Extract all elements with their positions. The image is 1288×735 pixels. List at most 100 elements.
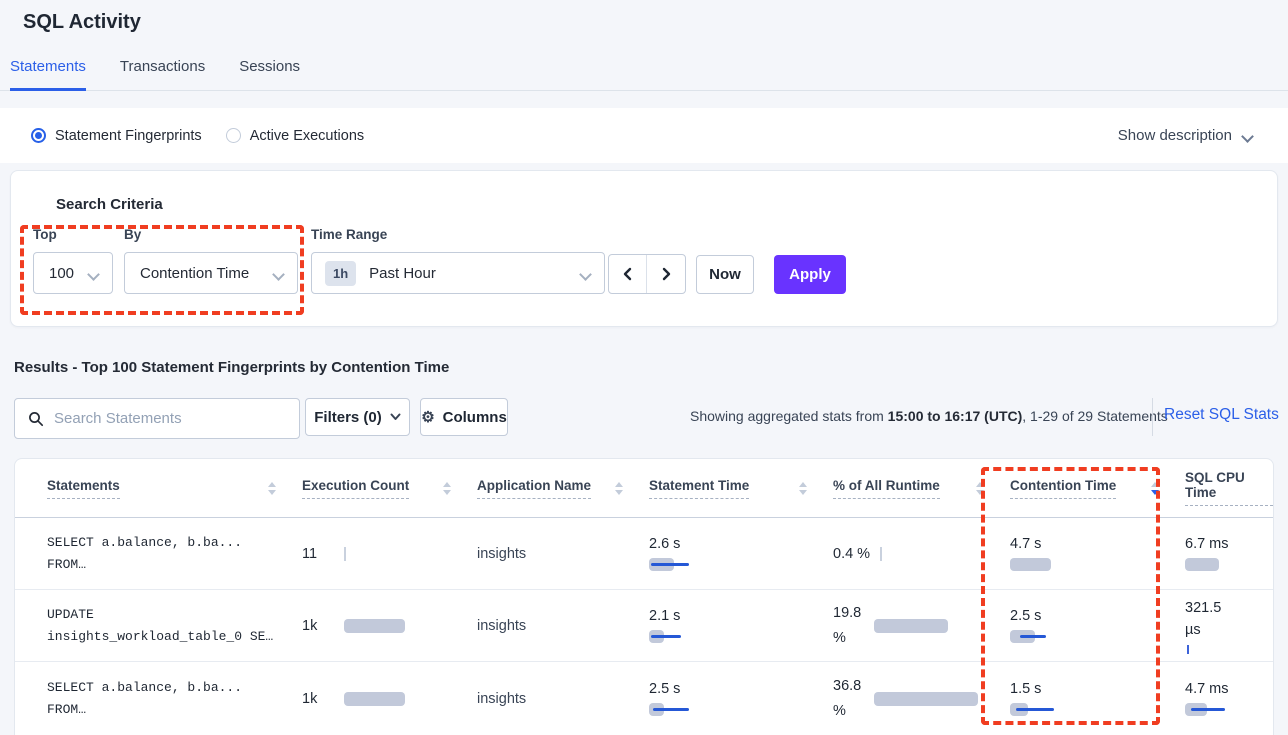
zero-bar-tick (880, 547, 882, 561)
sort-icon[interactable] (976, 482, 984, 495)
results-title: Results - Top 100 Statement Fingerprints… (14, 359, 449, 376)
application-name-cell: insights (477, 691, 649, 707)
sort-icon[interactable] (615, 482, 623, 495)
mean-tick (1187, 645, 1189, 654)
runtime-bar (874, 692, 978, 706)
now-button[interactable]: Now (696, 255, 754, 294)
tab-bar: Statements Transactions Sessions (0, 58, 1288, 91)
application-name-cell: insights (477, 546, 649, 562)
total-bar (1185, 558, 1219, 571)
tab-sessions[interactable]: Sessions (239, 58, 300, 91)
aggregated-stats-note: Showing aggregated stats from 15:00 to 1… (690, 408, 1168, 424)
search-placeholder: Search Statements (54, 410, 182, 427)
statement-time-cell: 2.5 s (649, 681, 833, 716)
chevron-left-icon (622, 267, 633, 281)
column-header-statement-time: Statement Time (649, 478, 833, 499)
mean-line (653, 708, 689, 711)
statement-link[interactable]: SELECT a.balance, b.ba... FROM… (15, 677, 302, 721)
sql-cpu-time-cell: 6.7 ms (1185, 536, 1274, 571)
table-row: UPDATE insights_workload_table_0 SE… 1k … (15, 590, 1273, 662)
by-select-value: Contention Time (125, 265, 249, 282)
sort-icon[interactable] (268, 482, 276, 495)
mean-line (1016, 708, 1054, 711)
statement-time-cell: 2.1 s (649, 608, 833, 643)
column-header-application-name: Application Name (477, 478, 649, 499)
filters-button[interactable]: Filters (0) (305, 398, 410, 436)
by-select[interactable]: Contention Time (124, 252, 298, 294)
execution-count-cell: 1k (302, 691, 477, 707)
next-time-button[interactable] (647, 255, 685, 293)
chevron-down-icon (273, 268, 284, 279)
radio-unselected-icon[interactable] (226, 128, 241, 143)
execution-count-cell: 11 (302, 546, 477, 562)
view-toggle-bar: Statement Fingerprints Active Executions… (0, 108, 1288, 163)
sql-cpu-time-cell: 4.7 ms (1185, 681, 1274, 716)
sort-icon[interactable] (443, 482, 451, 495)
mean-line (1191, 708, 1225, 711)
runtime-pct-cell: 36.8% (833, 674, 1010, 724)
columns-label: Columns (443, 409, 507, 426)
top-label: Top (33, 227, 57, 242)
mean-line (651, 563, 689, 566)
tab-statements[interactable]: Statements (10, 58, 86, 91)
statement-link[interactable]: UPDATE insights_workload_table_0 SE… (15, 604, 302, 648)
chevron-right-icon (661, 267, 672, 281)
divider (1152, 398, 1153, 436)
sort-icon[interactable] (799, 482, 807, 495)
show-description-toggle[interactable]: Show description (1118, 127, 1253, 144)
contention-time-cell: 2.5 s (1010, 608, 1185, 643)
apply-button[interactable]: Apply (774, 255, 846, 294)
time-range-label: Time Range (311, 227, 387, 242)
total-bar (1010, 558, 1051, 571)
search-criteria-title: Search Criteria (56, 196, 163, 213)
execution-count-cell: 1k (302, 618, 477, 634)
column-header-statements: Statements (15, 478, 302, 499)
time-range-select[interactable]: 1h Past Hour (311, 252, 605, 294)
runtime-pct-cell: 19.8% (833, 601, 1010, 651)
by-label: By (124, 227, 141, 242)
radio-label: Active Executions (250, 128, 364, 144)
previous-time-button[interactable] (609, 255, 647, 293)
mean-line (651, 635, 681, 638)
radio-active-executions[interactable]: Active Executions (226, 128, 364, 144)
columns-button[interactable]: ⚙ Columns (420, 398, 508, 436)
statement-time-cell: 2.6 s (649, 536, 833, 571)
sort-icon-active-desc[interactable] (1151, 482, 1159, 495)
stats-time-range: 15:00 to 16:17 (UTC) (888, 408, 1023, 424)
count-bar (344, 619, 405, 633)
chevron-down-icon (88, 268, 99, 279)
table-row: SELECT a.balance, b.ba... FROM… 11 insig… (15, 518, 1273, 590)
column-header-contention-time: Contention Time (1010, 478, 1185, 499)
show-description-label: Show description (1118, 127, 1232, 144)
chevron-down-icon (580, 268, 591, 279)
search-icon (28, 411, 44, 427)
tab-transactions[interactable]: Transactions (120, 58, 205, 91)
reset-sql-stats-link[interactable]: Reset SQL Stats (1164, 406, 1279, 424)
chevron-down-icon (390, 413, 401, 421)
radio-statement-fingerprints[interactable]: Statement Fingerprints (31, 128, 202, 144)
page-title: SQL Activity (23, 11, 141, 34)
column-header-runtime-pct: % of All Runtime (833, 478, 1010, 499)
radio-selected-icon[interactable] (31, 128, 46, 143)
zero-bar-tick (344, 547, 346, 561)
runtime-pct-cell: 0.4 % (833, 546, 1010, 562)
search-statements-input[interactable]: Search Statements (14, 398, 300, 439)
contention-time-cell: 1.5 s (1010, 681, 1185, 716)
view-radio-group: Statement Fingerprints Active Executions (31, 128, 364, 144)
sql-cpu-time-cell: 321.5µs (1185, 597, 1273, 654)
application-name-cell: insights (477, 618, 649, 634)
top-select[interactable]: 100 (33, 252, 113, 294)
filters-label: Filters (0) (314, 409, 382, 426)
contention-time-cell: 4.7 s (1010, 536, 1185, 571)
statement-link[interactable]: SELECT a.balance, b.ba... FROM… (15, 532, 302, 576)
statements-table: Statements Execution Count Application N… (14, 458, 1274, 735)
table-header-row: Statements Execution Count Application N… (15, 459, 1273, 518)
radio-label: Statement Fingerprints (55, 128, 202, 144)
mean-line (1020, 635, 1046, 638)
runtime-bar (874, 619, 948, 633)
column-header-sql-cpu-time: SQL CPU Time (1185, 470, 1273, 506)
column-header-execution-count: Execution Count (302, 478, 477, 499)
time-range-badge: 1h (325, 261, 356, 286)
table-row: SELECT a.balance, b.ba... FROM… 1k insig… (15, 662, 1273, 735)
chevron-down-icon (1242, 130, 1253, 141)
